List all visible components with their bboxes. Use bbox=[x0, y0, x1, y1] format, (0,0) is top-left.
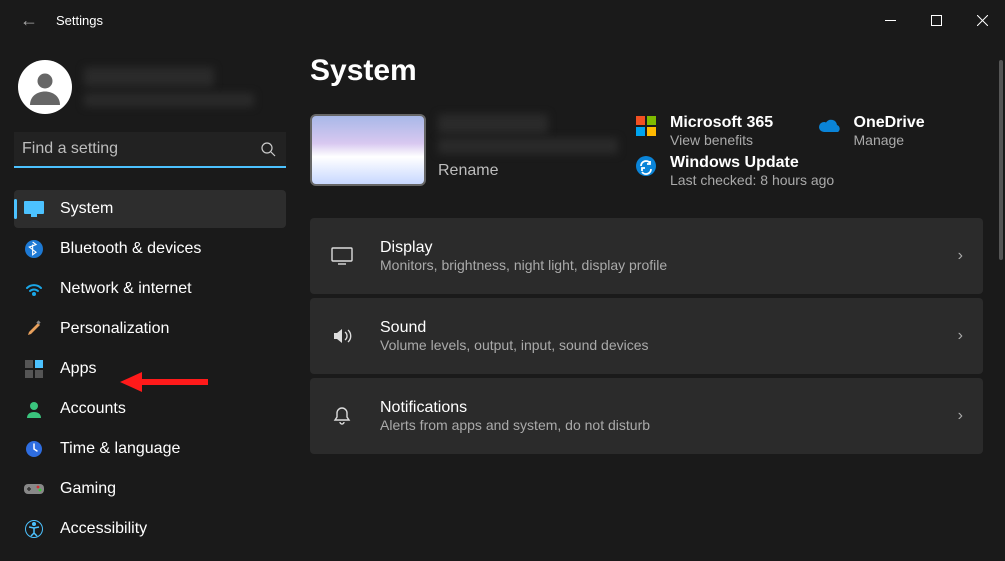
avatar bbox=[18, 60, 72, 114]
gaming-icon bbox=[24, 479, 44, 499]
sidebar-item-personalization[interactable]: Personalization bbox=[14, 310, 286, 348]
window-title: Settings bbox=[56, 13, 103, 28]
bell-icon bbox=[330, 406, 354, 426]
display-icon bbox=[330, 247, 354, 265]
clock-icon bbox=[24, 439, 44, 459]
device-info[interactable]: Rename bbox=[310, 114, 618, 188]
sidebar-item-label: Bluetooth & devices bbox=[60, 240, 201, 258]
title-bar: ← Settings bbox=[0, 0, 1005, 40]
maximize-button[interactable] bbox=[913, 4, 959, 36]
quick-sub: Last checked: 8 hours ago bbox=[670, 172, 834, 188]
quick-windows-update[interactable]: Windows Update Last checked: 8 hours ago bbox=[634, 154, 983, 188]
ms365-icon bbox=[634, 114, 658, 138]
device-name-redacted bbox=[438, 114, 548, 134]
search-icon bbox=[260, 141, 276, 162]
bluetooth-icon bbox=[24, 239, 44, 259]
sidebar-item-label: System bbox=[60, 200, 113, 218]
sidebar-item-system[interactable]: System bbox=[14, 190, 286, 228]
sidebar-item-label: Accounts bbox=[60, 400, 126, 418]
settings-item-title: Notifications bbox=[380, 399, 932, 417]
wifi-icon bbox=[24, 279, 44, 299]
sidebar-item-bluetooth[interactable]: Bluetooth & devices bbox=[14, 230, 286, 268]
sidebar-item-gaming[interactable]: Gaming bbox=[14, 470, 286, 508]
chevron-right-icon: › bbox=[958, 407, 963, 425]
maximize-icon bbox=[931, 15, 942, 26]
settings-item-sub: Monitors, brightness, night light, displ… bbox=[380, 257, 932, 273]
sidebar-item-network[interactable]: Network & internet bbox=[14, 270, 286, 308]
quick-onedrive[interactable]: OneDrive Manage bbox=[818, 114, 984, 148]
sidebar-item-accounts[interactable]: Accounts bbox=[14, 390, 286, 428]
chevron-right-icon: › bbox=[958, 327, 963, 345]
page-title: System bbox=[310, 54, 983, 88]
sidebar-item-accessibility[interactable]: Accessibility bbox=[14, 510, 286, 548]
settings-item-sub: Alerts from apps and system, do not dist… bbox=[380, 417, 932, 433]
settings-item-display[interactable]: Display Monitors, brightness, night ligh… bbox=[310, 218, 983, 294]
onedrive-icon bbox=[818, 114, 842, 138]
minimize-icon bbox=[885, 15, 896, 26]
paintbrush-icon bbox=[24, 319, 44, 339]
accessibility-icon bbox=[24, 519, 44, 539]
settings-item-sound[interactable]: Sound Volume levels, output, input, soun… bbox=[310, 298, 983, 374]
search-input[interactable] bbox=[14, 132, 286, 168]
update-icon bbox=[634, 154, 658, 178]
minimize-button[interactable] bbox=[867, 4, 913, 36]
main-content: System Rename Microsoft 365 View benefit… bbox=[300, 40, 1005, 561]
sidebar-item-label: Network & internet bbox=[60, 280, 192, 298]
apps-icon bbox=[24, 359, 44, 379]
user-info[interactable] bbox=[18, 60, 282, 114]
person-icon bbox=[27, 69, 63, 105]
quick-title: OneDrive bbox=[854, 114, 925, 132]
chevron-right-icon: › bbox=[958, 247, 963, 265]
sidebar: System Bluetooth & devices Network & int… bbox=[0, 40, 300, 561]
rename-link[interactable]: Rename bbox=[438, 162, 618, 180]
user-email-redacted bbox=[84, 93, 254, 107]
quick-title: Microsoft 365 bbox=[670, 114, 773, 132]
quick-title: Windows Update bbox=[670, 154, 834, 172]
settings-item-sub: Volume levels, output, input, sound devi… bbox=[380, 337, 932, 353]
quick-sub: Manage bbox=[854, 132, 925, 148]
quick-ms365[interactable]: Microsoft 365 View benefits bbox=[634, 114, 800, 148]
system-icon bbox=[24, 199, 44, 219]
sidebar-item-label: Accessibility bbox=[60, 520, 147, 538]
settings-item-title: Display bbox=[380, 239, 932, 257]
sidebar-item-label: Gaming bbox=[60, 480, 116, 498]
scrollbar[interactable] bbox=[999, 60, 1003, 260]
quick-sub: View benefits bbox=[670, 132, 773, 148]
desktop-thumbnail bbox=[310, 114, 426, 186]
accounts-icon bbox=[24, 399, 44, 419]
sidebar-item-label: Personalization bbox=[60, 320, 169, 338]
sidebar-item-label: Time & language bbox=[60, 440, 180, 458]
sidebar-item-time-language[interactable]: Time & language bbox=[14, 430, 286, 468]
close-icon bbox=[977, 15, 988, 26]
settings-item-notifications[interactable]: Notifications Alerts from apps and syste… bbox=[310, 378, 983, 454]
sound-icon bbox=[330, 327, 354, 345]
device-model-redacted bbox=[438, 138, 618, 154]
back-button[interactable]: ← bbox=[20, 10, 38, 31]
close-button[interactable] bbox=[959, 4, 1005, 36]
sidebar-item-label: Apps bbox=[60, 360, 96, 378]
sidebar-item-apps[interactable]: Apps bbox=[14, 350, 286, 388]
nav-list: System Bluetooth & devices Network & int… bbox=[14, 190, 286, 548]
settings-item-title: Sound bbox=[380, 319, 932, 337]
user-name-redacted bbox=[84, 67, 214, 87]
